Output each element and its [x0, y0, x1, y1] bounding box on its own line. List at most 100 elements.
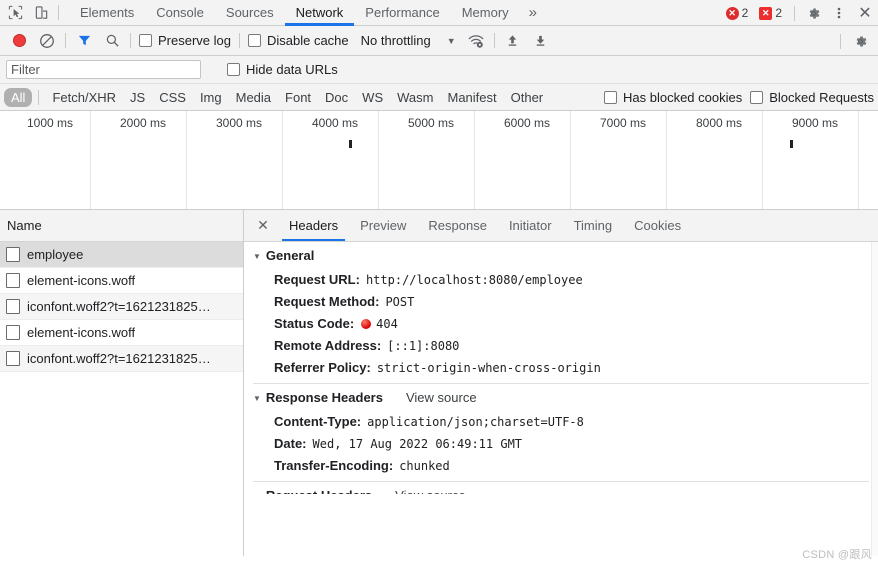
timeline-tick-label: 8000 ms [696, 116, 743, 130]
triangle-down-icon: ▼ [253, 393, 261, 403]
record-dot-icon [12, 34, 26, 47]
type-filter-label: Font [285, 89, 312, 105]
request-name: employee [27, 247, 84, 262]
hide-data-urls-label: Hide data URLs [246, 62, 338, 77]
request-list-header[interactable]: Name [0, 210, 243, 242]
tab-response[interactable]: Response [417, 210, 498, 241]
clear-button[interactable] [33, 27, 61, 55]
type-filter-doc[interactable]: Doc [318, 88, 355, 107]
document-icon [6, 351, 20, 366]
kebab-menu-icon[interactable] [826, 1, 852, 25]
close-detail-icon[interactable]: ✕ [248, 210, 278, 241]
throttling-dropdown[interactable]: No throttling ▼ [353, 33, 456, 48]
type-filter-css[interactable]: CSS [152, 88, 193, 107]
header-key: Request Method: [274, 294, 380, 309]
tab-initiator[interactable]: Initiator [498, 210, 563, 241]
type-filter-img[interactable]: Img [193, 88, 229, 107]
toolbar-divider [65, 33, 66, 48]
tab-memory[interactable]: Memory [451, 0, 520, 26]
type-filter-fetch-xhr[interactable]: Fetch/XHR [45, 88, 123, 107]
type-filter-ws[interactable]: WS [355, 88, 390, 107]
request-headers-section-clipped: ▼ Request Headers View source [244, 482, 878, 494]
inspect-cursor-icon[interactable] [2, 1, 28, 25]
type-filter-other[interactable]: Other [504, 88, 551, 107]
header-key: Transfer-Encoding: [274, 458, 394, 473]
request-row[interactable]: iconfont.woff2?t=1621231825… [0, 346, 243, 372]
gear-icon[interactable] [800, 1, 826, 25]
gear-icon[interactable] [846, 27, 874, 55]
device-toggle-icon[interactable] [28, 1, 54, 25]
upload-arrow-icon[interactable] [499, 27, 527, 55]
search-icon[interactable] [98, 27, 126, 55]
more-tabs-glyph: » [528, 4, 538, 21]
disable-cache-checkbox[interactable]: Disable cache [244, 33, 353, 48]
tab-label: Memory [461, 5, 509, 20]
type-filter-label: Doc [325, 89, 349, 105]
general-section-header[interactable]: ▼ General [244, 242, 878, 269]
tab-network[interactable]: Network [284, 0, 355, 26]
request-row[interactable]: iconfont.woff2?t=1621231825… [0, 294, 243, 320]
blocked-requests-checkbox[interactable]: Blocked Requests [746, 90, 878, 105]
error-icon: ✕ [725, 6, 739, 20]
tab-performance[interactable]: Performance [354, 0, 450, 26]
request-row[interactable]: element-icons.woff [0, 268, 243, 294]
header-value[interactable]: http://localhost:8080/employee [366, 272, 583, 288]
devtools-main-tabbar: Elements Console Sources Network Perform… [0, 0, 878, 26]
tab-preview[interactable]: Preview [349, 210, 417, 241]
error-count-label: 2 [741, 6, 749, 20]
header-value: Wed, 17 Aug 2022 06:49:11 GMT [312, 437, 523, 451]
network-overview-timeline[interactable]: 1000 ms 2000 ms 3000 ms 4000 ms 5000 ms … [0, 111, 878, 210]
has-blocked-cookies-checkbox[interactable]: Has blocked cookies [600, 90, 746, 105]
devtools-window: Elements Console Sources Network Perform… [0, 0, 878, 568]
type-filter-wasm[interactable]: Wasm [390, 88, 440, 107]
detail-tab-label: Preview [360, 218, 407, 233]
type-filter-font[interactable]: Font [278, 88, 318, 107]
tab-headers[interactable]: Headers [278, 210, 349, 241]
filter-input[interactable] [6, 60, 201, 79]
type-filter-label: All [11, 89, 26, 105]
download-arrow-icon[interactable] [527, 27, 555, 55]
tab-sources[interactable]: Sources [215, 0, 285, 26]
wifi-gear-icon[interactable] [462, 27, 490, 55]
tab-console[interactable]: Console [145, 0, 215, 26]
record-button[interactable] [5, 27, 33, 55]
type-filter-js[interactable]: JS [123, 88, 152, 107]
view-source-link[interactable]: View source [406, 390, 477, 405]
type-filter-manifest[interactable]: Manifest [440, 88, 503, 107]
detail-scrollbar[interactable] [871, 242, 878, 556]
type-filter-label: Fetch/XHR [52, 89, 117, 105]
hide-data-urls-checkbox[interactable]: Hide data URLs [223, 62, 342, 77]
throttling-label: No throttling [360, 33, 431, 48]
close-glyph: ✕ [858, 5, 872, 22]
timeline-tick-label: 6000 ms [504, 116, 551, 130]
type-filter-all[interactable]: All [4, 87, 33, 107]
tab-elements[interactable]: Elements [69, 0, 145, 26]
response-headers-section-header[interactable]: ▼ Response Headers View source [244, 384, 878, 411]
header-value: POST [385, 295, 415, 309]
timeline-tick-label: 5000 ms [408, 116, 455, 130]
type-filter-media[interactable]: Media [229, 88, 278, 107]
request-row[interactable]: employee [0, 242, 243, 268]
close-icon[interactable]: ✕ [852, 1, 878, 25]
type-filter-label: Other [510, 89, 544, 105]
timeline-tick-label: 1000 ms [27, 116, 74, 130]
request-headers-section-header[interactable]: ▼ Request Headers View source [244, 482, 878, 494]
warning-icon: ✕ [759, 6, 773, 20]
error-count-badge[interactable]: ✕ 2 [722, 0, 756, 26]
close-glyph: ✕ [257, 217, 269, 233]
warning-count-badge[interactable]: ✕ 2 [755, 0, 789, 26]
warning-count-label: 2 [775, 6, 782, 20]
preserve-log-checkbox[interactable]: Preserve log [135, 33, 235, 48]
more-tabs-icon[interactable]: » [520, 0, 546, 26]
request-row[interactable]: element-icons.woff [0, 320, 243, 346]
header-key: Request URL: [274, 272, 360, 287]
header-row: Request Method: POST [244, 291, 878, 313]
tab-label: Network [295, 5, 344, 20]
tab-cookies[interactable]: Cookies [623, 210, 692, 241]
tab-timing[interactable]: Timing [563, 210, 624, 241]
triangle-down-icon: ▼ [253, 492, 261, 494]
filter-funnel-icon[interactable] [70, 27, 98, 55]
header-key: Content-Type: [274, 414, 362, 429]
view-source-link[interactable]: View source [395, 488, 466, 494]
general-section-title: General [265, 248, 315, 263]
